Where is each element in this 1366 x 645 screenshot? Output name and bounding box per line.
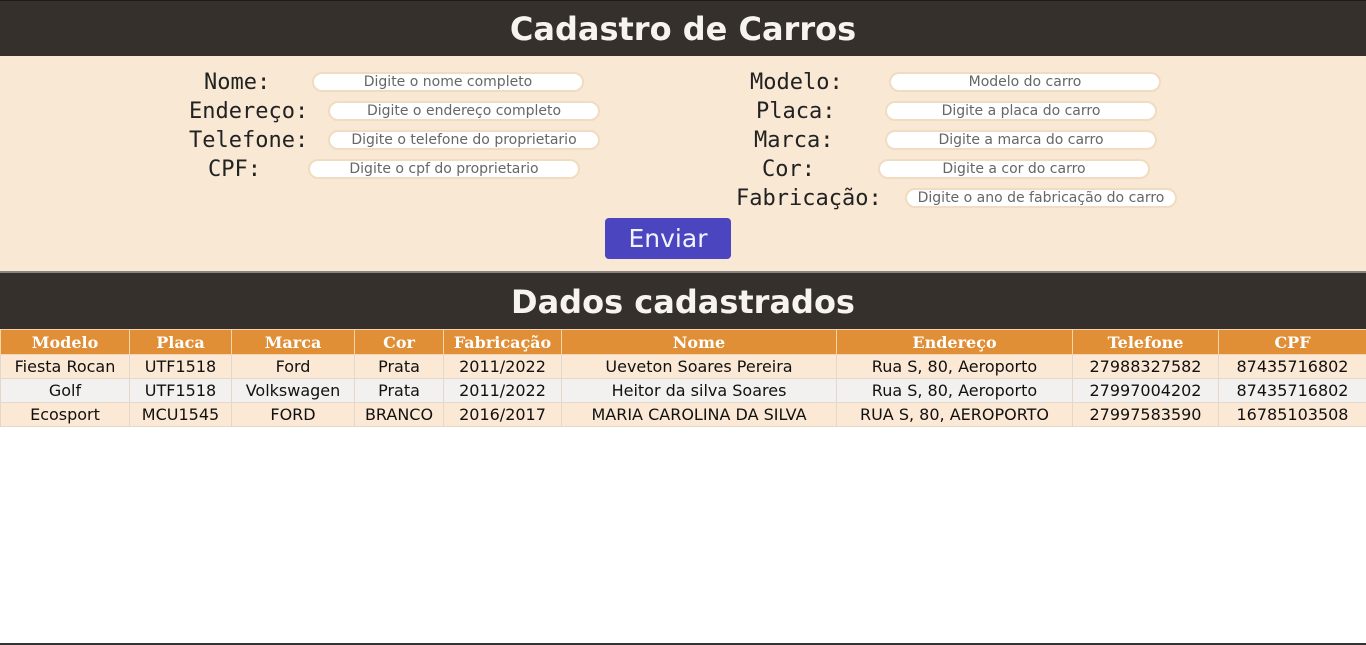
column-header: Marca [231, 329, 355, 355]
brand-label: Marca: [754, 128, 834, 153]
column-header: Fabricação [443, 329, 562, 355]
column-header: Nome [561, 329, 837, 355]
model-label: Modelo: [750, 70, 843, 95]
registered-cars-table: Modelo Placa Marca Cor Fabricação Nome E… [0, 329, 1366, 427]
address-input[interactable] [328, 101, 600, 121]
table-cell: Golf [0, 378, 130, 403]
address-label: Endereço: [189, 99, 309, 124]
table-cell: MCU1545 [129, 402, 232, 427]
table-cell: Rua S, 80, Aeroporto [836, 354, 1073, 379]
page-title: Cadastro de Carros [509, 10, 857, 48]
table-cell: BRANCO [354, 402, 444, 427]
table-cell: 2011/2022 [443, 354, 562, 379]
table-cell: 27988327582 [1072, 354, 1219, 379]
table-cell: Rua S, 80, Aeroporto [836, 378, 1073, 403]
model-input[interactable] [889, 72, 1161, 92]
color-label: Cor: [762, 157, 815, 182]
table-cell: 16785103508 [1218, 402, 1366, 427]
color-input[interactable] [878, 159, 1150, 179]
table-cell: Ecosport [0, 402, 130, 427]
table-row: Golf UTF1518 Volkswagen Prata 2011/2022 … [0, 378, 1366, 403]
table-cell: Volkswagen [231, 378, 355, 403]
name-input[interactable] [312, 72, 584, 92]
table-header-row: Modelo Placa Marca Cor Fabricação Nome E… [0, 329, 1366, 355]
page-header: Cadastro de Carros [0, 0, 1366, 56]
column-header: Endereço [836, 329, 1073, 355]
phone-input[interactable] [328, 130, 600, 150]
column-header: Modelo [0, 329, 130, 355]
table-cell: MARIA CAROLINA DA SILVA [561, 402, 837, 427]
table-cell: 27997004202 [1072, 378, 1219, 403]
brand-input[interactable] [885, 130, 1157, 150]
cpf-label: CPF: [208, 157, 261, 182]
table-cell: Ford [231, 354, 355, 379]
table-cell: 87435716802 [1218, 354, 1366, 379]
data-section-header: Dados cadastrados [0, 273, 1366, 329]
column-header: Telefone [1072, 329, 1219, 355]
cpf-input[interactable] [308, 159, 580, 179]
table-cell: UTF1518 [129, 378, 232, 403]
table-row: Ecosport MCU1545 FORD BRANCO 2016/2017 M… [0, 402, 1366, 427]
submit-button[interactable]: Enviar [605, 218, 731, 259]
year-label: Fabricação: [736, 186, 882, 211]
table-cell: RUA S, 80, AEROPORTO [836, 402, 1073, 427]
table-row: Fiesta Rocan UTF1518 Ford Prata 2011/202… [0, 354, 1366, 379]
name-label: Nome: [204, 70, 271, 95]
table-cell: Prata [354, 378, 444, 403]
column-header: Placa [129, 329, 232, 355]
column-header: CPF [1218, 329, 1366, 355]
table-cell: 87435716802 [1218, 378, 1366, 403]
table-cell: 2016/2017 [443, 402, 562, 427]
column-header: Cor [354, 329, 444, 355]
phone-label: Telefone: [189, 128, 309, 153]
table-cell: Fiesta Rocan [0, 354, 130, 379]
table-cell: 27997583590 [1072, 402, 1219, 427]
table-cell: Heitor da silva Soares [561, 378, 837, 403]
plate-input[interactable] [885, 101, 1157, 121]
data-section-title: Dados cadastrados [511, 283, 855, 321]
table-cell: Ueveton Soares Pereira [561, 354, 837, 379]
year-input[interactable] [905, 188, 1177, 208]
plate-label: Placa: [756, 99, 836, 124]
table-cell: Prata [354, 354, 444, 379]
table-cell: UTF1518 [129, 354, 232, 379]
table-cell: 2011/2022 [443, 378, 562, 403]
table-cell: FORD [231, 402, 355, 427]
